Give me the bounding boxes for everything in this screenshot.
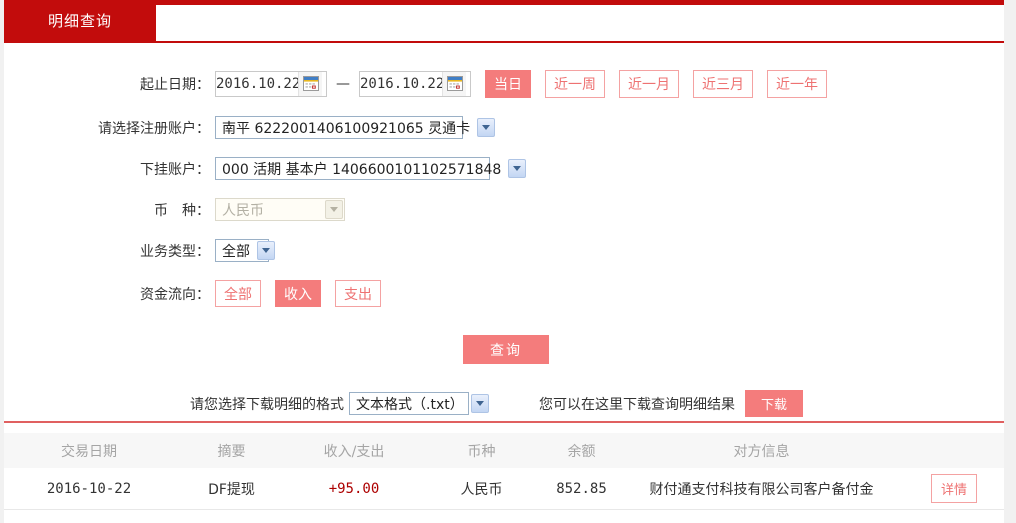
download-button[interactable]: 下载 <box>745 390 803 417</box>
range-today-button[interactable]: 当日 <box>485 70 531 98</box>
date-range-row: 起止日期： 2016.10.22 — 2016.10.22 当日 近一周 近一月… <box>4 70 1004 98</box>
start-date-field[interactable] <box>215 71 327 97</box>
header-balance: 余额 <box>567 443 596 460</box>
cell-counterparty: 财付通支付科技有限公司客户备付金 <box>649 481 874 498</box>
fund-direction-label: 资金流向： <box>140 286 210 303</box>
table-row: 2016-10-22 DF提现 +95.00 人民币 852.85 财付通支付科… <box>4 468 1004 510</box>
content-panel: 明细查询 起止日期： 2016.10.22 — 2016.10.22 当日 近一… <box>4 0 1004 523</box>
register-account-label: 请选择注册账户： <box>98 120 210 137</box>
register-account-row: 请选择注册账户： 南平 6222001406100921065 灵通卡 <box>4 116 1004 139</box>
chevron-down-icon[interactable] <box>257 241 275 260</box>
calendar-icon <box>446 76 463 91</box>
chevron-down-icon[interactable] <box>508 159 527 178</box>
end-date-calendar-button[interactable] <box>442 72 466 96</box>
section-divider <box>4 421 1004 423</box>
range-last-3-months-button[interactable]: 近三月 <box>693 70 753 98</box>
table-header-row: 交易日期 摘要 收入/支出 币种 余额 对方信息 <box>4 433 1004 468</box>
header-summary: 摘要 <box>217 443 246 460</box>
download-row: 请您选择下载明细的格式 文本格式（.txt） 您可以在这里下载查询明细结果 下载 <box>4 390 1004 417</box>
direction-income-button[interactable]: 收入 <box>275 280 321 307</box>
fund-direction-row: 资金流向： 全部 收入 支出 <box>4 280 1004 307</box>
start-date-input[interactable] <box>216 76 298 92</box>
download-format-select[interactable]: 文本格式（.txt） <box>349 392 489 415</box>
page: 明细查询 起止日期： 2016.10.22 — 2016.10.22 当日 近一… <box>0 0 1016 523</box>
results-table: 交易日期 摘要 收入/支出 币种 余额 对方信息 2016-10-22 DF提现… <box>4 433 1004 510</box>
end-date-field[interactable] <box>359 71 471 97</box>
download-hint: 您可以在这里下载查询明细结果 <box>539 396 735 413</box>
start-date-calendar-button[interactable] <box>298 72 322 96</box>
sub-account-value: 000 活期 基本户 1406600101102571848 <box>222 161 502 178</box>
download-format-value: 文本格式（.txt） <box>356 396 464 413</box>
date-separator: — <box>336 76 350 92</box>
detail-button[interactable]: 详情 <box>931 474 977 503</box>
direction-all-button[interactable]: 全部 <box>215 280 261 307</box>
cell-currency: 人民币 <box>460 481 503 498</box>
currency-row: 币 种： 人民币 <box>4 198 1004 221</box>
cell-date: 2016-10-22 <box>46 480 132 497</box>
cell-amount: +95.00 <box>328 480 380 497</box>
register-account-value: 南平 6222001406100921065 灵通卡 <box>222 120 471 137</box>
chevron-down-icon[interactable] <box>470 394 489 413</box>
currency-select: 人民币 <box>215 198 345 221</box>
calendar-icon <box>302 76 319 91</box>
sub-account-label: 下挂账户： <box>140 161 210 178</box>
chevron-down-icon <box>325 200 343 219</box>
cell-summary: DF提现 <box>208 481 255 498</box>
cell-actions: 详情 <box>904 474 1004 503</box>
chevron-down-icon[interactable] <box>477 118 496 137</box>
end-date-input[interactable] <box>360 76 442 92</box>
range-last-year-button[interactable]: 近一年 <box>767 70 827 98</box>
business-type-row: 业务类型： 全部 <box>4 239 1004 262</box>
currency-label: 币 种： <box>154 202 210 219</box>
query-button[interactable]: 查询 <box>463 335 549 364</box>
header-counterparty: 对方信息 <box>733 443 790 460</box>
range-last-month-button[interactable]: 近一月 <box>619 70 679 98</box>
tab-detail-query[interactable]: 明细查询 <box>4 0 156 41</box>
sub-account-select[interactable]: 000 活期 基本户 1406600101102571848 <box>215 157 527 180</box>
header-currency: 币种 <box>467 443 496 460</box>
direction-expense-button[interactable]: 支出 <box>335 280 381 307</box>
register-account-select[interactable]: 南平 6222001406100921065 灵通卡 <box>215 116 496 139</box>
business-type-select[interactable]: 全部 <box>215 239 275 262</box>
range-last-week-button[interactable]: 近一周 <box>545 70 605 98</box>
download-format-label: 请您选择下载明细的格式 <box>190 396 344 413</box>
currency-value: 人民币 <box>222 202 264 219</box>
business-type-value: 全部 <box>222 243 250 260</box>
cell-balance: 852.85 <box>556 480 607 497</box>
date-range-label: 起止日期： <box>140 77 210 93</box>
header-date: 交易日期 <box>61 443 117 460</box>
business-type-label: 业务类型： <box>140 243 210 260</box>
sub-account-row: 下挂账户： 000 活期 基本户 1406600101102571848 <box>4 157 1004 180</box>
header-amount: 收入/支出 <box>323 443 385 460</box>
query-form: 起止日期： 2016.10.22 — 2016.10.22 当日 近一周 近一月… <box>4 43 1004 325</box>
